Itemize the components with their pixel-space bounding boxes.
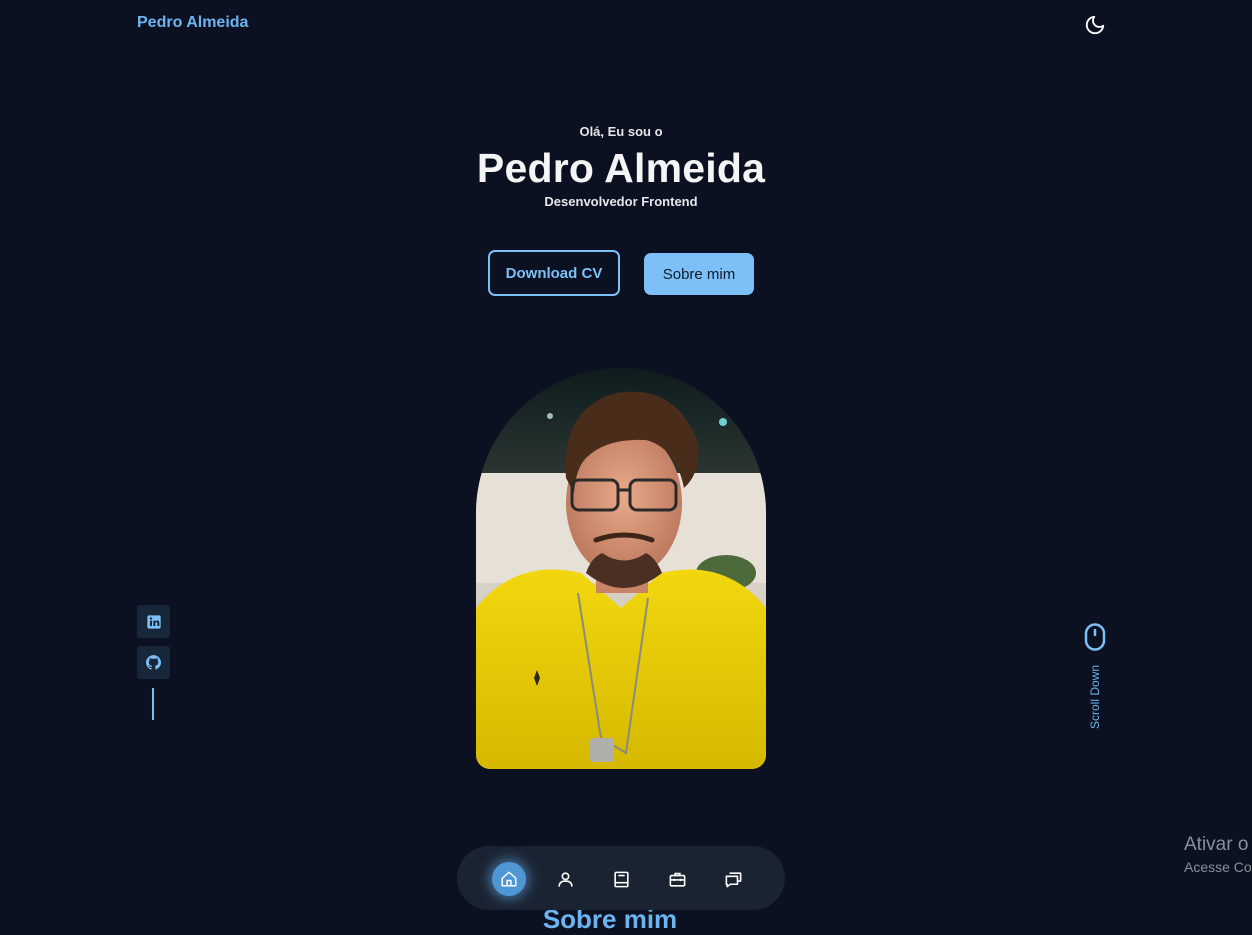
briefcase-icon xyxy=(669,872,685,887)
about-me-button[interactable]: Sobre mim xyxy=(644,253,754,295)
book-icon xyxy=(613,871,629,887)
linkedin-icon xyxy=(146,614,161,629)
nav-portfolio[interactable] xyxy=(660,862,694,896)
github-link[interactable] xyxy=(137,646,170,679)
home-icon xyxy=(501,871,517,887)
nav-contact[interactable] xyxy=(716,862,750,896)
activation-watermark-subtitle: Acesse Co xyxy=(1184,859,1252,875)
hero-greeting: Olá, Eu sou o xyxy=(579,124,663,139)
social-divider-line xyxy=(152,688,154,720)
mouse-icon xyxy=(1084,623,1106,651)
user-icon xyxy=(557,871,573,887)
moon-icon xyxy=(1085,15,1105,35)
linkedin-link[interactable] xyxy=(137,605,170,638)
activation-watermark-title: Ativar o xyxy=(1184,834,1249,855)
download-cv-button[interactable]: Download CV xyxy=(488,250,620,296)
theme-toggle-button[interactable] xyxy=(1084,14,1106,36)
nav-home[interactable] xyxy=(492,862,526,896)
hero-role: Desenvolvedor Frontend xyxy=(544,194,698,209)
bottom-navigation xyxy=(457,846,785,910)
scroll-down-button[interactable] xyxy=(1084,623,1106,656)
scroll-down-label[interactable]: Scroll Down xyxy=(1088,664,1102,730)
nav-education[interactable] xyxy=(604,862,638,896)
logo[interactable]: Pedro Almeida xyxy=(137,14,248,32)
chat-icon xyxy=(725,871,741,887)
profile-photo xyxy=(476,368,766,769)
hero-name: Pedro Almeida xyxy=(476,145,766,191)
nav-about[interactable] xyxy=(548,862,582,896)
github-icon xyxy=(146,655,162,670)
